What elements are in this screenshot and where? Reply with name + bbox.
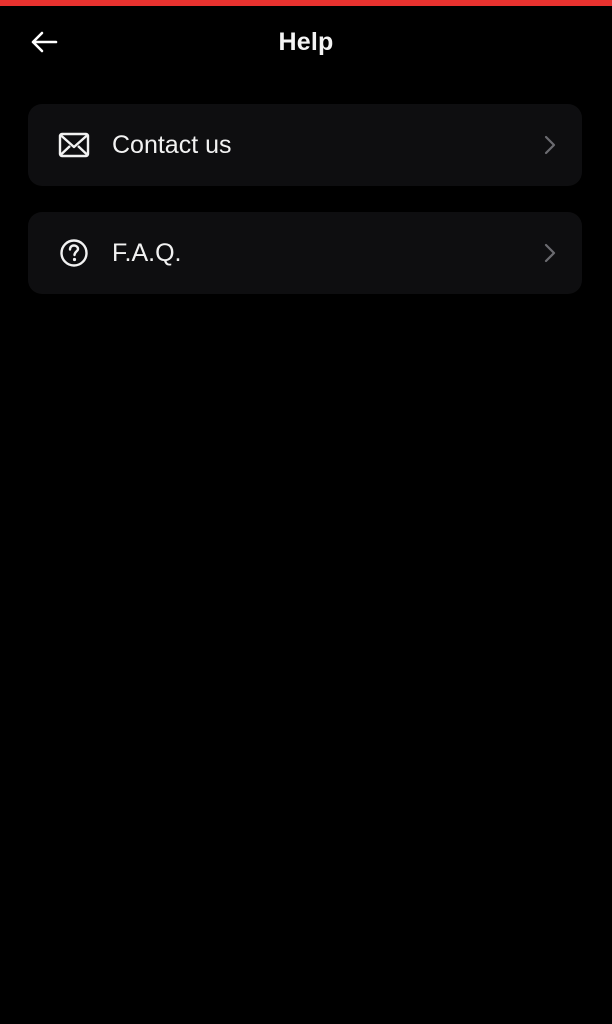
page-title: Help xyxy=(278,28,334,56)
help-menu: Contact us F.A.Q. xyxy=(28,104,582,320)
contact-us-item[interactable]: Contact us xyxy=(28,104,582,186)
mail-icon xyxy=(58,130,90,160)
chevron-right-icon xyxy=(542,242,558,264)
faq-label: F.A.Q. xyxy=(112,239,182,267)
contact-us-label: Contact us xyxy=(112,131,232,159)
faq-item[interactable]: F.A.Q. xyxy=(28,212,582,294)
chevron-right-icon xyxy=(542,134,558,156)
header-bar: Help xyxy=(0,6,612,80)
question-circle-icon xyxy=(58,238,90,268)
